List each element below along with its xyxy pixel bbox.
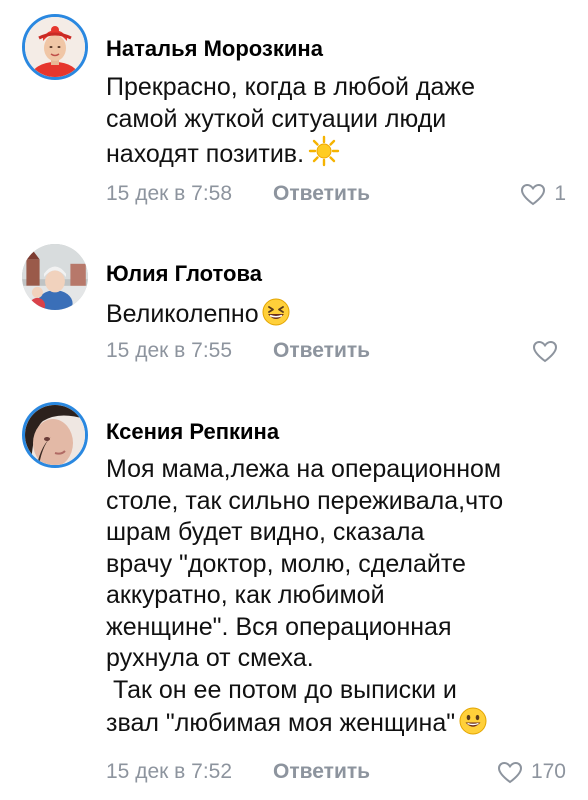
like-count: 1 <box>554 182 566 205</box>
like-button[interactable]: 1 <box>520 180 566 208</box>
avatar-photo <box>22 244 88 310</box>
comment-text-line: женщине". Вся операционная <box>106 612 452 641</box>
comment-text-line: рухнула от смеха. <box>106 644 314 672</box>
comment-meta: 15 дек в 7:58 Ответить 1 <box>106 180 566 208</box>
avatar-photo <box>25 17 85 77</box>
like-count: 170 <box>530 760 566 783</box>
comment-text-line: врачу "доктор, молю, сделайте <box>106 549 466 578</box>
heart-icon <box>497 761 522 783</box>
sun-emoji-icon <box>308 135 340 176</box>
comment-text-line: столе, так сильно переживала,что <box>106 486 504 515</box>
comment-author[interactable]: Юлия Глотова <box>106 261 262 287</box>
laughing-face-icon <box>261 297 291 336</box>
comment-meta: 15 дек в 7:52 Ответить 170 <box>106 758 566 786</box>
avatar[interactable] <box>22 14 88 80</box>
comment-author[interactable]: Наталья Морозкина <box>106 36 323 62</box>
comment-text-fragment: находят позитив. <box>106 140 305 168</box>
comment-text-fragment: Великолепно <box>106 300 259 328</box>
comment-text-line: Так он ее потом до выписки и <box>106 675 457 704</box>
comment-text-fragment: звал "любимая моя женщина" <box>106 709 456 737</box>
avatar-photo <box>25 405 85 465</box>
comment-meta: 15 дек в 7:55 Ответить <box>106 337 566 365</box>
like-button[interactable] <box>532 337 566 365</box>
smiling-face-icon <box>458 706 488 745</box>
comment-text-line: Великолепно <box>106 297 566 336</box>
comment-text-line: шрам будет видно, сказала <box>106 518 425 546</box>
reply-button[interactable]: Ответить <box>273 337 370 365</box>
comment-text-line: аккуратно, как любимой <box>106 581 385 609</box>
comment-text: Великолепно <box>106 297 566 336</box>
heart-icon <box>521 183 546 205</box>
avatar[interactable] <box>22 402 88 468</box>
comment-author[interactable]: Ксения Репкина <box>106 419 279 445</box>
avatar[interactable] <box>22 244 88 310</box>
comment-text-line: Моя мама,лежа на операционном <box>106 455 502 483</box>
comment-date: 15 дек в 7:58 <box>106 182 233 205</box>
reply-button[interactable]: Ответить <box>273 180 370 208</box>
comment-text-line: Прекрасно, когда в любой даже <box>106 73 475 101</box>
reply-button[interactable]: Ответить <box>273 758 370 786</box>
comment-text: Прекрасно, когда в любой даже самой жутк… <box>106 72 566 176</box>
like-button[interactable]: 170 <box>497 758 566 786</box>
comment-text-line: самой жуткой ситуации люди <box>106 104 447 133</box>
comment-date: 15 дек в 7:55 <box>106 339 233 362</box>
comment-text-line: находят позитив. <box>106 135 566 176</box>
comment-date: 15 дек в 7:52 <box>106 760 233 783</box>
comment-text-line: звал "любимая моя женщина" <box>106 706 566 745</box>
heart-icon <box>532 340 558 362</box>
comment-text: Моя мама,лежа на операционном столе, так… <box>106 454 566 745</box>
